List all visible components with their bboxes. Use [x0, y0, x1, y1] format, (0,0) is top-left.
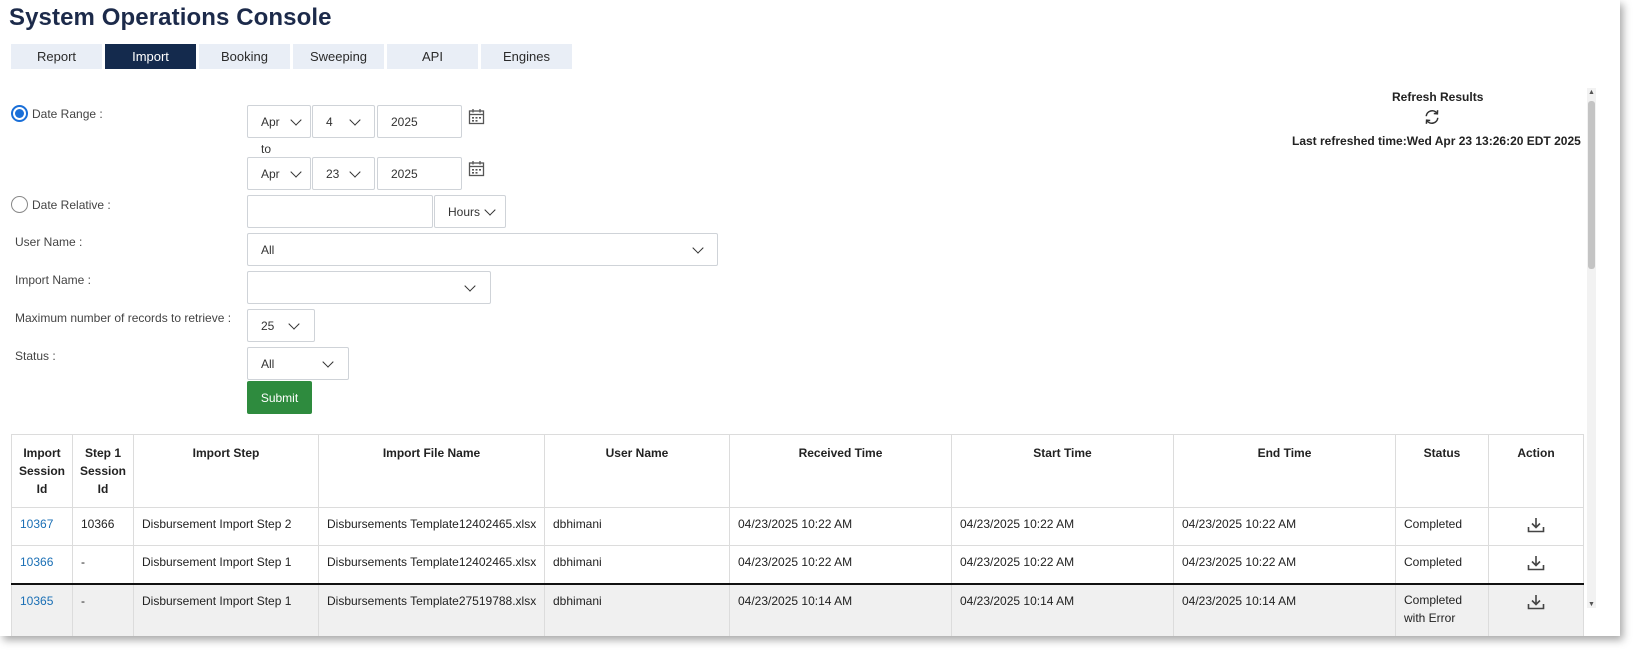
submit-button[interactable]: Submit [247, 381, 312, 414]
table-row: 10366 - Disbursement Import Step 1 Disbu… [11, 545, 1584, 585]
tab-sweeping[interactable]: Sweeping [293, 44, 384, 69]
max-records-label: Maximum number of records to retrieve : [15, 311, 232, 325]
import-name-label: Import Name : [15, 273, 92, 287]
step1-session-id: - [72, 583, 134, 636]
calendar-icon[interactable] [468, 108, 485, 125]
tab-booking[interactable]: Booking [199, 44, 290, 69]
session-id-link[interactable]: 10366 [20, 555, 53, 569]
date-relative-radio[interactable] [11, 196, 28, 213]
last-refreshed-time: Last refreshed time:Wed Apr 23 13:26:20 … [1292, 134, 1581, 148]
from-year-input[interactable]: 2025 [377, 105, 462, 138]
date-relative-input[interactable] [247, 195, 433, 228]
download-icon[interactable] [1527, 517, 1545, 533]
scroll-up-arrow-icon[interactable]: ▲ [1587, 88, 1596, 97]
table-row: 10367 10366 Disbursement Import Step 2 D… [11, 507, 1584, 546]
received-time: 04/23/2025 10:14 AM [729, 583, 952, 636]
step1-session-id: - [72, 545, 134, 585]
date-relative-unit-select[interactable]: Hours [434, 195, 506, 228]
received-time: 04/23/2025 10:22 AM [729, 507, 952, 546]
tab-report[interactable]: Report [11, 44, 102, 69]
user-name: dbhimani [544, 507, 730, 546]
status-cell: Completed with Error [1395, 583, 1489, 636]
column-header[interactable]: Start Time [951, 434, 1174, 508]
tab-api[interactable]: API [387, 44, 478, 69]
end-time: 04/23/2025 10:22 AM [1173, 507, 1396, 546]
session-id-link[interactable]: 10367 [20, 517, 53, 531]
from-day-select[interactable]: 4 [312, 105, 375, 138]
app-window: System Operations Console Report Import … [0, 0, 1620, 636]
chevron-down-icon [290, 166, 302, 178]
status-select[interactable]: All [247, 347, 349, 380]
tab-engines[interactable]: Engines [481, 44, 572, 69]
user-name-label: User Name : [15, 235, 83, 249]
date-range-label: Date Range : [32, 107, 103, 121]
chevron-down-icon [290, 114, 302, 126]
start-time: 04/23/2025 10:14 AM [951, 583, 1174, 636]
status-cell: Completed [1395, 545, 1489, 585]
chevron-down-icon [692, 242, 704, 254]
to-year-input[interactable]: 2025 [377, 157, 462, 190]
to-day-select[interactable]: 23 [312, 157, 375, 190]
scroll-down-arrow-icon[interactable]: ▼ [1587, 600, 1596, 609]
column-header[interactable]: Step 1 Session Id [72, 434, 134, 508]
session-id-link[interactable]: 10365 [20, 594, 53, 608]
column-header[interactable]: Import Session Id [11, 434, 73, 508]
column-header[interactable]: End Time [1173, 434, 1396, 508]
tab-import[interactable]: Import [105, 44, 196, 69]
date-range-to-label: to [261, 142, 272, 156]
column-header[interactable]: Import File Name [318, 434, 545, 508]
step1-session-id: 10366 [72, 507, 134, 546]
received-time: 04/23/2025 10:22 AM [729, 545, 952, 585]
start-time: 04/23/2025 10:22 AM [951, 507, 1174, 546]
user-name: dbhimani [544, 545, 730, 585]
chevron-down-icon [322, 356, 334, 368]
user-name-select[interactable]: All [247, 233, 718, 266]
max-records-select[interactable]: 25 [247, 309, 315, 342]
date-range-radio[interactable] [11, 105, 28, 122]
chevron-down-icon [349, 166, 361, 178]
chevron-down-icon [464, 280, 476, 292]
chevron-down-icon [349, 114, 361, 126]
end-time: 04/23/2025 10:14 AM [1173, 583, 1396, 636]
import-step: Disbursement Import Step 1 [133, 583, 319, 636]
import-file-name: Disbursements Template12402465.xlsx [318, 545, 545, 585]
column-header[interactable]: Import Step [133, 434, 319, 508]
import-file-name: Disbursements Template27519788.xlsx [318, 583, 545, 636]
status-label: Status : [15, 349, 56, 363]
column-header: Action [1488, 434, 1584, 508]
table-header-row: Import Session Id Step 1 Session Id Impo… [11, 434, 1584, 508]
column-header[interactable]: User Name [544, 434, 730, 508]
download-icon[interactable] [1527, 555, 1545, 571]
chevron-down-icon [288, 318, 300, 330]
tab-bar: Report Import Booking Sweeping API Engin… [11, 44, 572, 69]
chevron-down-icon [484, 204, 496, 216]
to-month-select[interactable]: Apr [247, 157, 311, 190]
calendar-icon[interactable] [468, 160, 485, 177]
date-relative-label: Date Relative : [32, 198, 111, 212]
import-step: Disbursement Import Step 2 [133, 507, 319, 546]
import-step: Disbursement Import Step 1 [133, 545, 319, 585]
import-file-name: Disbursements Template12402465.xlsx [318, 507, 545, 546]
results-table: Import Session Id Step 1 Session Id Impo… [11, 434, 1584, 636]
status-cell: Completed [1395, 507, 1489, 546]
column-header[interactable]: Status [1395, 434, 1489, 508]
column-header[interactable]: Received Time [729, 434, 952, 508]
download-icon[interactable] [1527, 594, 1545, 610]
refresh-results-label[interactable]: Refresh Results [1392, 90, 1483, 104]
end-time: 04/23/2025 10:22 AM [1173, 545, 1396, 585]
user-name: dbhimani [544, 583, 730, 636]
start-time: 04/23/2025 10:22 AM [951, 545, 1174, 585]
page-title: System Operations Console [9, 4, 332, 31]
scrollbar-thumb[interactable] [1588, 101, 1595, 269]
from-month-select[interactable]: Apr [247, 105, 311, 138]
table-row: 10365 - Disbursement Import Step 1 Disbu… [11, 583, 1584, 636]
refresh-icon[interactable] [1423, 108, 1441, 126]
import-name-select[interactable] [247, 271, 491, 304]
